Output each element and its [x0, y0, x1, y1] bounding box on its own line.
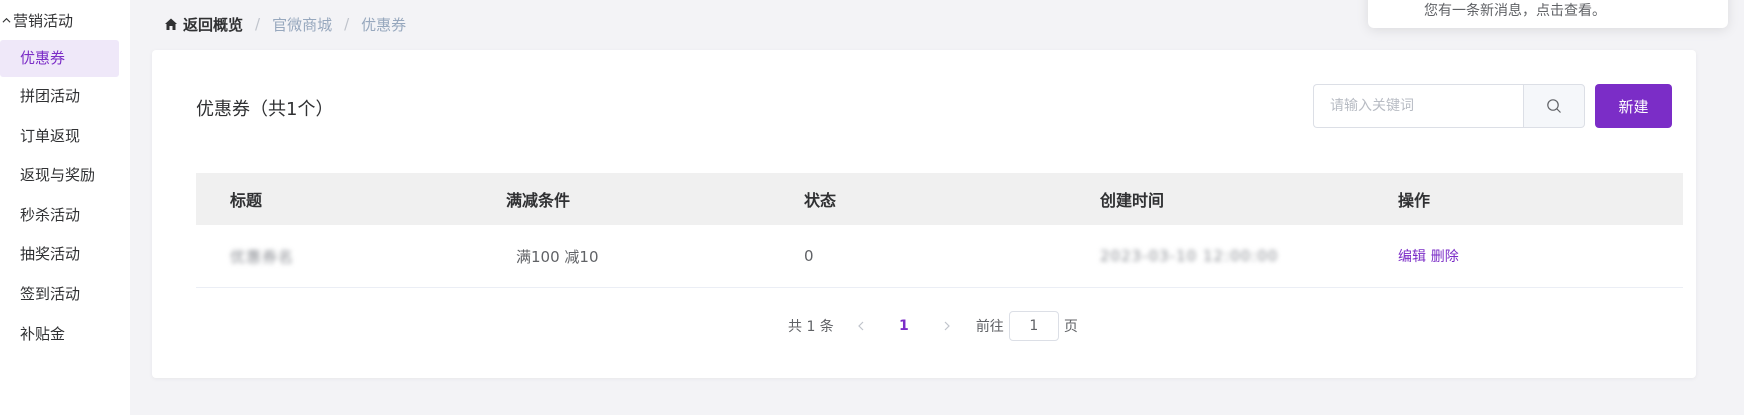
sidebar-item-order-cashback[interactable]: 订单返现	[0, 118, 119, 155]
breadcrumb: 返回概览 / 官微商城 / 优惠券	[164, 13, 406, 35]
column-header-condition: 满减条件	[506, 191, 571, 210]
coupon-title-cell: 优惠券名	[230, 247, 295, 266]
chevron-left-icon	[857, 321, 864, 331]
prev-page-button[interactable]	[846, 311, 876, 341]
new-coupon-button[interactable]: 新建	[1595, 84, 1672, 128]
coupon-table: 标题 满减条件 状态 创建时间 操作 优惠券名 满100 减10 0 2023-…	[196, 173, 1683, 288]
next-page-button[interactable]	[932, 311, 962, 341]
sidebar-item-lottery[interactable]: 抽奖活动	[0, 236, 119, 273]
sidebar-item-subsidy[interactable]: 补贴金	[0, 316, 119, 353]
sidebar-item-flash-sale[interactable]: 秒杀活动	[0, 197, 119, 234]
breadcrumb-home[interactable]: 返回概览	[164, 14, 243, 35]
search-input[interactable]	[1313, 84, 1523, 128]
page-title: 优惠券（共1个）	[196, 99, 334, 120]
breadcrumb-separator: /	[344, 15, 350, 33]
sidebar-group-marketing[interactable]: 营销活动	[2, 10, 73, 31]
edit-link[interactable]: 编辑	[1398, 249, 1426, 265]
search-icon	[1547, 99, 1561, 113]
goto-suffix: 页	[1063, 319, 1078, 335]
search-button[interactable]	[1523, 84, 1585, 128]
goto-prefix: 前往	[975, 319, 1004, 335]
breadcrumb-item-coupons[interactable]: 优惠券	[361, 14, 406, 35]
column-header-title: 标题	[230, 191, 263, 210]
sidebar: 营销活动 优惠券 拼团活动 订单返现 返现与奖励 秒杀活动 抽奖活动 签到活动 …	[0, 0, 130, 415]
goto-page-input[interactable]	[1008, 311, 1059, 341]
breadcrumb-separator: /	[255, 15, 261, 33]
coupon-created-cell: 2023-03-10 12:00:00	[1100, 247, 1279, 265]
coupon-status-cell: 0	[804, 247, 814, 265]
column-header-created: 创建时间	[1100, 191, 1165, 210]
table-header: 标题 满减条件 状态 创建时间 操作	[196, 173, 1683, 225]
pagination-total: 共 1 条	[788, 319, 834, 335]
sidebar-item-check-in[interactable]: 签到活动	[0, 276, 119, 313]
delete-link[interactable]: 删除	[1431, 249, 1459, 265]
search-box	[1313, 84, 1585, 128]
breadcrumb-home-label: 返回概览	[183, 15, 244, 34]
coupon-card: 优惠券（共1个） 新建 标题 满减条件 状态 创建时间 操作 优惠券名 满100…	[152, 50, 1696, 378]
notification-toast[interactable]: 您有一条新消息，点击查看。	[1368, 0, 1728, 28]
notification-text: 您有一条新消息，点击查看。	[1424, 3, 1606, 19]
chevron-right-icon	[944, 321, 950, 331]
breadcrumb-item-mall[interactable]: 官微商城	[272, 14, 332, 35]
pagination: 共 1 条 1 前往 页	[788, 311, 1078, 341]
chevron-up-icon	[2, 17, 11, 23]
sidebar-item-cashback-rewards[interactable]: 返现与奖励	[0, 157, 119, 194]
page-number-current[interactable]: 1	[889, 318, 919, 334]
coupon-condition-cell: 满100 减10	[516, 247, 599, 266]
column-header-actions: 操作	[1398, 191, 1431, 210]
sidebar-group-label: 营销活动	[13, 12, 74, 30]
column-header-status: 状态	[804, 191, 837, 210]
sidebar-item-group-buy[interactable]: 拼团活动	[0, 78, 119, 115]
sidebar-item-coupons[interactable]: 优惠券	[0, 40, 119, 77]
coupon-actions-cell: 编辑 删除	[1398, 246, 1459, 266]
table-row: 优惠券名 满100 减10 0 2023-03-10 12:00:00 编辑 删…	[196, 225, 1683, 288]
home-icon	[165, 18, 177, 30]
